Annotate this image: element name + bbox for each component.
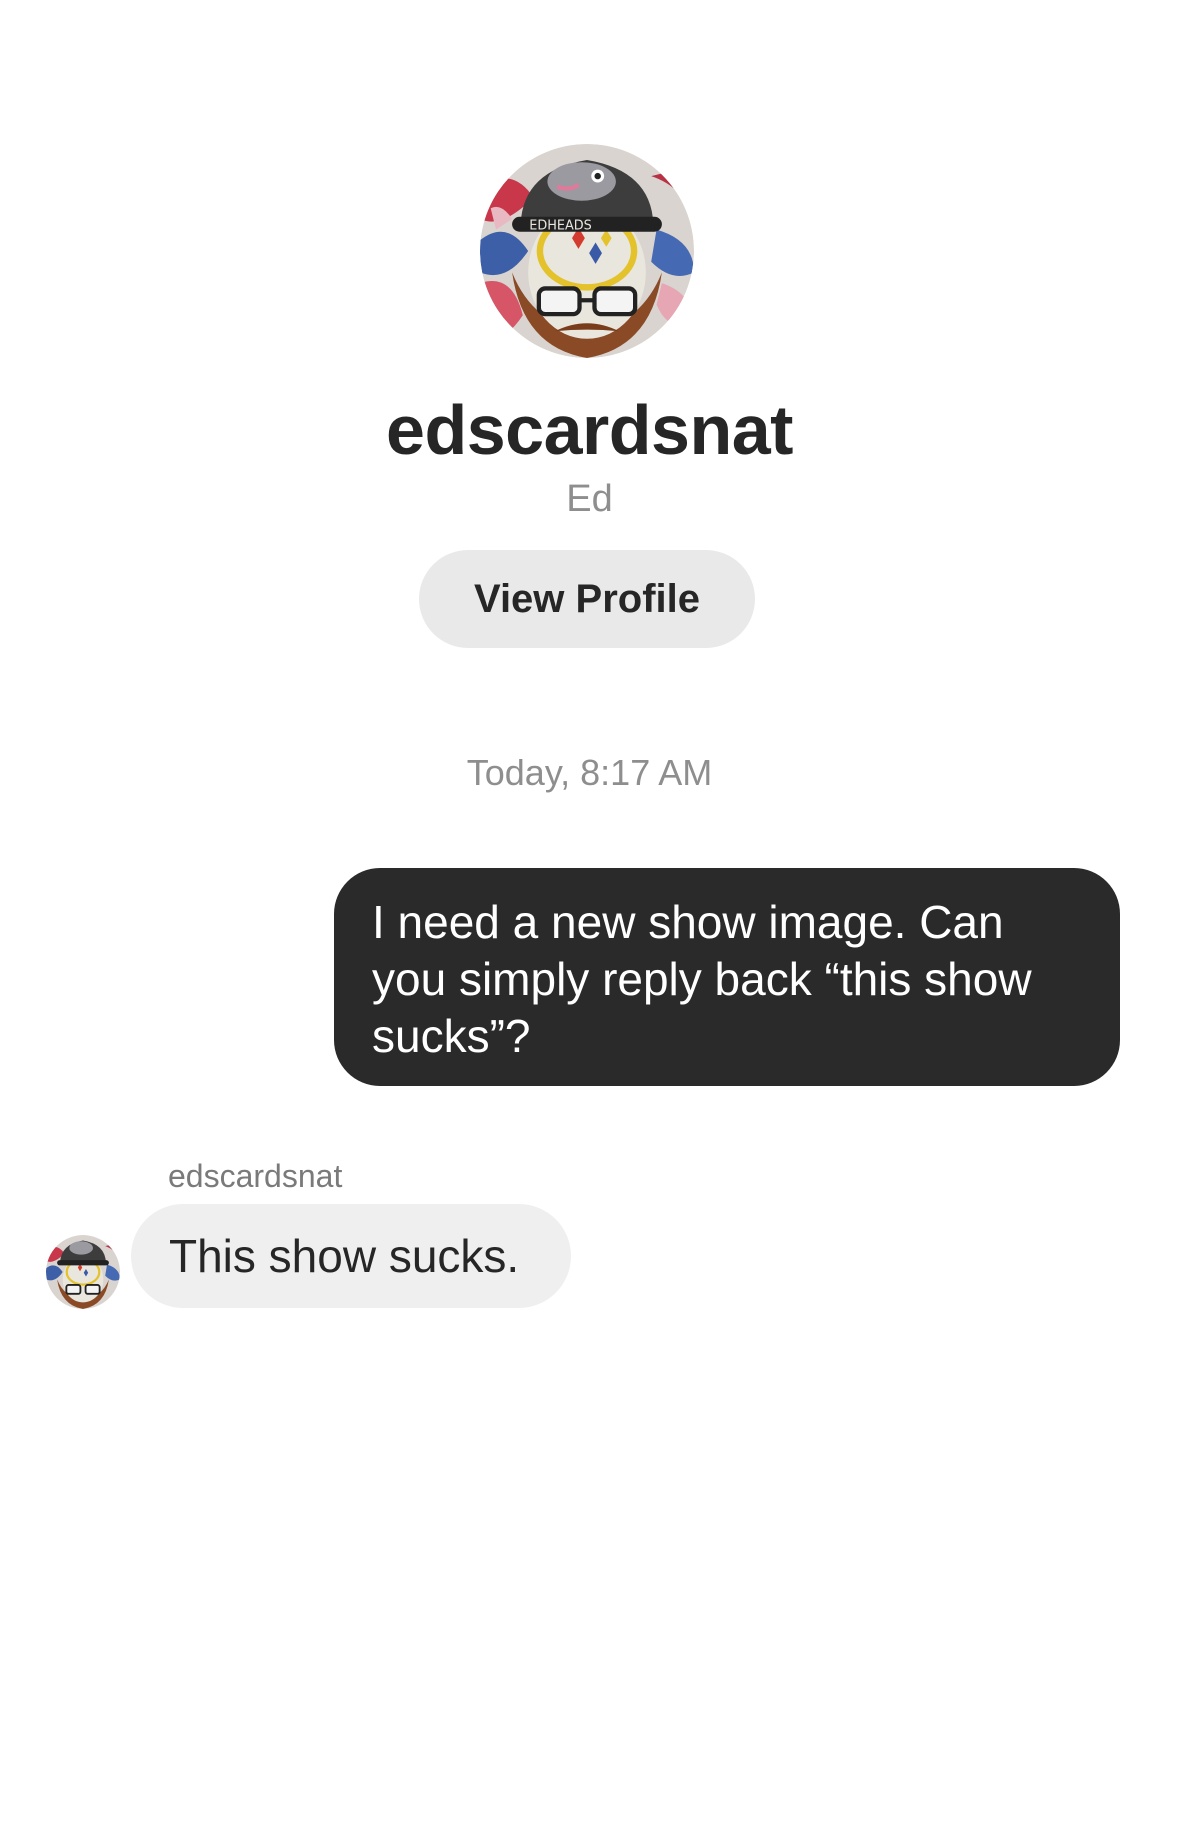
message-timestamp: Today, 8:17 AM	[466, 752, 713, 793]
profile-username: edscardsnat	[386, 391, 793, 469]
incoming-message-bubble[interactable]: This show sucks.	[131, 1204, 571, 1308]
profile-avatar-art-icon: EDHEADS	[480, 144, 694, 358]
sender-avatar[interactable]	[46, 1235, 120, 1309]
profile-avatar[interactable]: EDHEADS	[480, 144, 694, 358]
profile-full-name: Ed	[566, 478, 613, 520]
incoming-sender-name: edscardsnat	[168, 1158, 343, 1194]
view-profile-button[interactable]: View Profile	[419, 550, 755, 648]
svg-text:EDHEADS: EDHEADS	[529, 219, 592, 234]
sender-avatar-art-icon	[46, 1235, 120, 1309]
outgoing-message-bubble[interactable]: I need a new show image. Can you simply …	[334, 868, 1120, 1086]
